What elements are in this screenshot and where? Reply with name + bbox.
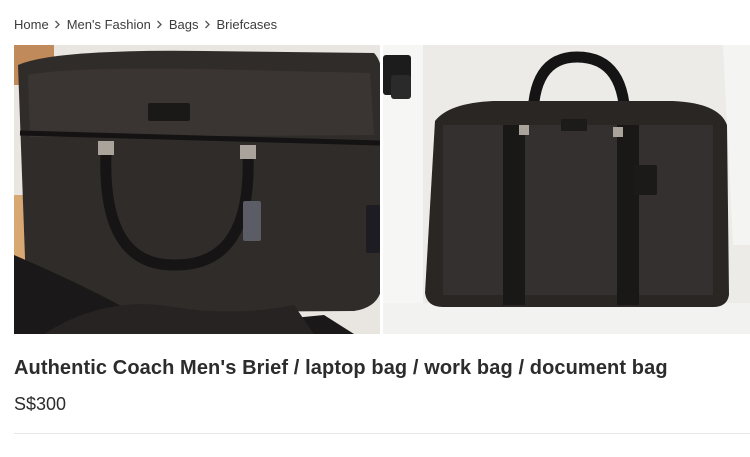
- product-photo-2[interactable]: [383, 45, 750, 334]
- image-gallery[interactable]: [14, 45, 750, 334]
- listing-price: S$300: [14, 394, 67, 414]
- listing-title: Authentic Coach Men's Brief / laptop bag…: [14, 357, 668, 379]
- breadcrumb-mens-fashion[interactable]: Men's Fashion: [67, 17, 151, 32]
- breadcrumb-briefcases[interactable]: Briefcases: [216, 17, 277, 32]
- breadcrumb-bags[interactable]: Bags: [169, 17, 199, 32]
- breadcrumb: Home Men's Fashion Bags Briefcases: [14, 14, 277, 34]
- product-photo-1[interactable]: [14, 45, 380, 334]
- chevron-right-icon: [198, 20, 216, 29]
- divider: [14, 433, 750, 434]
- chevron-right-icon: [151, 20, 169, 29]
- chevron-right-icon: [49, 20, 67, 29]
- breadcrumb-home[interactable]: Home: [14, 17, 49, 32]
